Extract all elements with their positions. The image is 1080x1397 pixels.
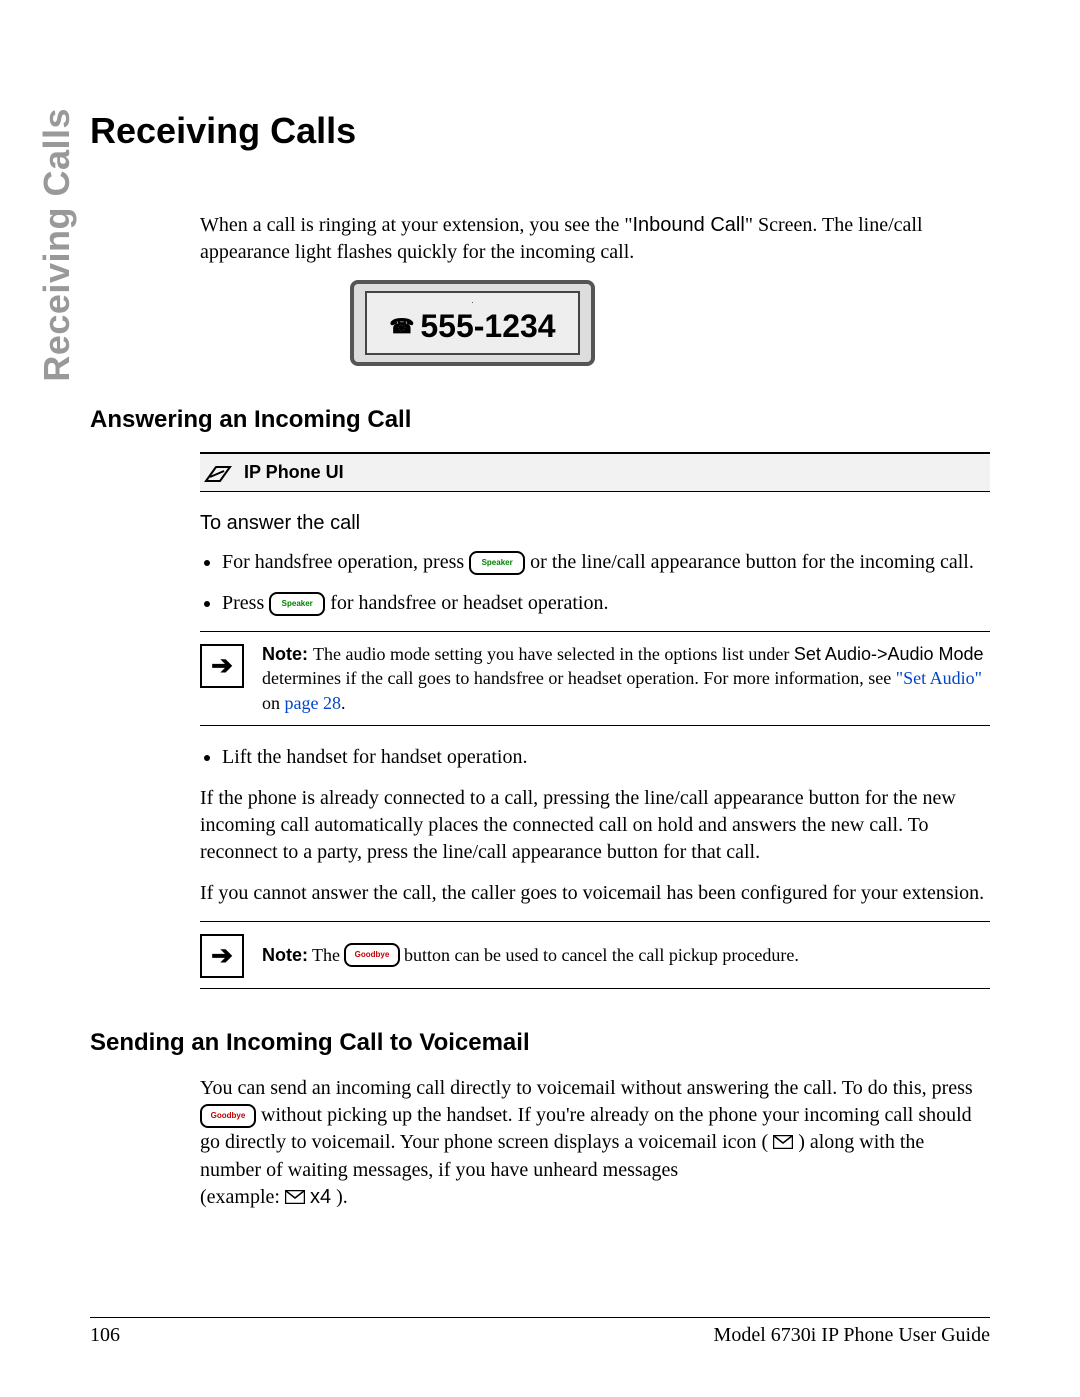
bullet1-pre: For handsfree operation, press — [222, 551, 469, 573]
phone-ring-icon: ☎ — [389, 314, 414, 339]
note1-t2: determines if the call goes to handsfree… — [262, 668, 896, 688]
vm-t1: You can send an incoming call directly t… — [200, 1077, 973, 1099]
note2-post: button can be used to cancel the call pi… — [404, 943, 799, 967]
phone-ui-icon — [204, 463, 232, 483]
phone-screen-figure: · ☎ 555-1234 — [350, 280, 595, 366]
note1-path: Set Audio->Audio Mode — [794, 644, 984, 664]
guide-title: Model 6730i IP Phone User Guide — [714, 1324, 990, 1347]
envelope-icon — [773, 1130, 793, 1157]
note1-t1: The audio mode setting you have selected… — [313, 644, 794, 664]
note-audio-mode: ➔ Note: The audio mode setting you have … — [200, 631, 990, 726]
paragraph-voicemail-fallback: If you cannot answer the call, the calle… — [200, 880, 990, 907]
ui-header-bar: IP Phone UI — [200, 452, 990, 492]
page-footer: 106 Model 6730i IP Phone User Guide — [90, 1317, 990, 1347]
section-answering-title: Answering an Incoming Call — [90, 406, 990, 434]
page-28-link[interactable]: page 28 — [285, 693, 341, 713]
goodbye-key-icon: Goodbye — [344, 943, 400, 967]
side-section-title: Receiving Calls — [36, 108, 78, 382]
page-number: 106 — [90, 1324, 120, 1347]
bullet-handsfree: For handsfree operation, press Speaker o… — [222, 549, 990, 576]
inbound-call-label: Inbound Call — [633, 214, 745, 236]
bullet-press-speaker: Press Speaker for handsfree or headset o… — [222, 590, 990, 617]
speaker-key-icon: Speaker — [469, 551, 525, 575]
note1-t4: . — [341, 693, 346, 713]
intro-text-pre: When a call is ringing at your extension… — [200, 214, 633, 236]
note-label: Note: — [262, 644, 313, 664]
vm-count: x4 — [310, 1186, 331, 1208]
bullet1-post: or the line/call appearance button for t… — [530, 551, 974, 573]
set-audio-link[interactable]: "Set Audio" — [896, 668, 982, 688]
arrow-right-icon: ➔ — [200, 644, 244, 688]
answer-lead: To answer the call — [200, 512, 990, 535]
arrow-right-icon: ➔ — [200, 934, 244, 978]
voicemail-paragraph: You can send an incoming call directly t… — [200, 1075, 990, 1212]
envelope-icon — [285, 1185, 305, 1212]
note-label: Note: — [262, 943, 308, 967]
goodbye-key-icon: Goodbye — [200, 1104, 256, 1128]
ui-header-label: IP Phone UI — [244, 462, 344, 483]
screen-number: 555-1234 — [420, 308, 555, 345]
chapter-title: Receiving Calls — [90, 110, 990, 152]
bullet-lift-handset: Lift the handset for handset operation. — [222, 744, 990, 771]
bullet2-pre: Press — [222, 592, 269, 614]
note1-t3: on — [262, 693, 285, 713]
paragraph-connected-call: If the phone is already connected to a c… — [200, 785, 990, 866]
section-voicemail-title: Sending an Incoming Call to Voicemail — [90, 1029, 990, 1057]
note-goodbye-cancel: ➔ Note: The Goodbye button can be used t… — [200, 921, 990, 989]
intro-paragraph: When a call is ringing at your extension… — [200, 212, 990, 266]
bullet2-post: for handsfree or headset operation. — [330, 592, 608, 614]
vm-t4: (example: — [200, 1186, 285, 1208]
note2-pre: The — [312, 943, 340, 967]
screen-decor: · — [471, 298, 474, 307]
speaker-key-icon: Speaker — [269, 592, 325, 616]
vm-t5: ). — [336, 1186, 348, 1208]
